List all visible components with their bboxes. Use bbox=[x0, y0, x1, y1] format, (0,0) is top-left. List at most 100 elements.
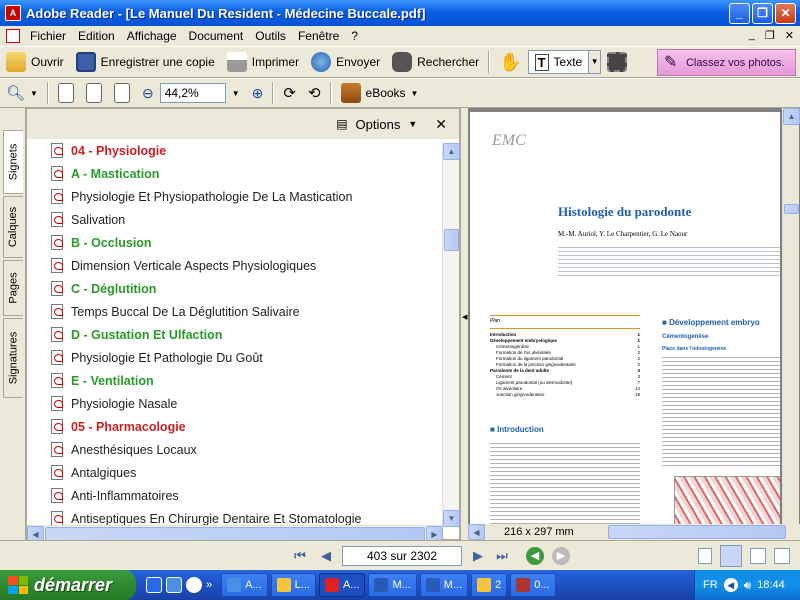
snapshot-tool-button[interactable] bbox=[601, 49, 633, 75]
options-icon[interactable]: ▤ bbox=[336, 117, 347, 131]
quick-launch-more-icon[interactable]: » bbox=[206, 579, 212, 591]
bookmark-item[interactable]: Physiologie Et Pathologie Du Goût bbox=[27, 346, 263, 369]
zoom-tool-button[interactable]: 🔍︎ ▼ bbox=[0, 80, 44, 106]
doc-close-button[interactable]: ✕ bbox=[785, 29, 794, 42]
continuous-facing-icon[interactable] bbox=[774, 547, 790, 564]
bookmark-item[interactable]: A - Mastication bbox=[27, 162, 159, 185]
bookmark-item[interactable]: E - Ventilation bbox=[27, 369, 154, 392]
taskbar-button-label: L... bbox=[294, 579, 310, 591]
go-back-button[interactable]: ◀ bbox=[526, 546, 544, 565]
chevron-down-icon[interactable]: ▼ bbox=[408, 119, 417, 129]
bookmark-item[interactable]: C - Déglutition bbox=[27, 277, 156, 300]
bookmark-item[interactable]: Physiologie Et Physiopathologie De La Ma… bbox=[27, 185, 352, 208]
text-select-tool[interactable]: T Texte bbox=[527, 50, 590, 74]
taskbar-button[interactable]: 0... bbox=[510, 573, 556, 597]
continuous-icon[interactable] bbox=[720, 544, 742, 567]
doc-minimize-button[interactable]: _ bbox=[749, 29, 755, 42]
quick-launch-icon-2[interactable] bbox=[166, 577, 182, 593]
volume-icon[interactable]: 🔊︎ bbox=[744, 578, 752, 593]
taskbar-button[interactable]: A... bbox=[318, 573, 366, 597]
bookmark-item[interactable]: Antalgiques bbox=[27, 461, 136, 484]
start-button[interactable]: démarrer bbox=[0, 570, 136, 600]
close-button[interactable]: ✕ bbox=[775, 3, 796, 24]
ebooks-button[interactable]: eBooks ▼ bbox=[335, 80, 425, 106]
menu-outils[interactable]: Outils bbox=[249, 29, 292, 43]
zoom-level-input[interactable] bbox=[159, 83, 226, 103]
rotate-cw-button[interactable]: ⟳ bbox=[277, 80, 302, 106]
scroll-up-button[interactable]: ▲ bbox=[443, 143, 460, 160]
single-page-icon[interactable] bbox=[698, 547, 712, 564]
scroll-down-button[interactable]: ▼ bbox=[443, 510, 460, 527]
bookmark-item[interactable]: 05 - Pharmacologie bbox=[27, 415, 186, 438]
document-vertical-scrollbar[interactable]: ▲ bbox=[782, 108, 800, 524]
taskbar-button[interactable]: L... bbox=[270, 573, 316, 597]
taskbar-button[interactable]: A... bbox=[221, 573, 268, 597]
bookmark-item[interactable]: D - Gustation Et Ulfaction bbox=[27, 323, 222, 346]
next-page-button[interactable]: ▶ bbox=[468, 546, 488, 566]
previous-page-button[interactable]: ◀ bbox=[316, 546, 336, 566]
doc-scroll-left-button[interactable]: ◀ bbox=[468, 524, 485, 540]
tray-back-icon[interactable]: ◀ bbox=[723, 578, 738, 592]
zoom-out-button[interactable]: ⊖ bbox=[136, 80, 160, 106]
doc-scroll-up-button[interactable]: ▲ bbox=[783, 108, 800, 125]
text-tool-dropdown-arrow[interactable]: ▼ bbox=[589, 50, 602, 74]
print-button[interactable]: Imprimer bbox=[221, 49, 305, 75]
first-page-button[interactable]: ⏮ bbox=[290, 546, 310, 566]
document-menu-icon[interactable] bbox=[6, 29, 20, 43]
doc-h-scroll-thumb[interactable] bbox=[608, 525, 786, 539]
menu-edition[interactable]: Edition bbox=[72, 29, 121, 43]
tab-signets[interactable]: Signets bbox=[3, 130, 23, 194]
go-forward-button[interactable]: ▶ bbox=[552, 546, 570, 565]
last-page-button[interactable]: ⏭ bbox=[492, 546, 512, 566]
tab-pages[interactable]: Pages bbox=[3, 260, 23, 316]
minimize-button[interactable]: _ bbox=[729, 3, 750, 24]
menu-affichage[interactable]: Affichage bbox=[121, 29, 183, 43]
doc-scroll-thumb[interactable] bbox=[784, 204, 799, 214]
maximize-button[interactable]: ❐ bbox=[752, 3, 773, 24]
bookmark-item[interactable]: B - Occlusion bbox=[27, 231, 152, 254]
promo-banner[interactable]: ✎ Classez vos photos. bbox=[657, 49, 796, 76]
page-number-field[interactable]: 403 sur 2302 bbox=[342, 545, 462, 566]
taskbar-button[interactable]: 2 bbox=[471, 573, 508, 597]
bookmark-item[interactable]: Temps Buccal De La Déglutition Salivaire bbox=[27, 300, 300, 323]
bookmark-item[interactable]: Antiseptiques En Chirurgie Dentaire Et S… bbox=[27, 507, 361, 527]
options-menu[interactable]: Options bbox=[356, 117, 401, 132]
panel-splitter[interactable]: ◀ bbox=[460, 108, 468, 540]
rotate-ccw-button[interactable]: ⟲ bbox=[302, 80, 327, 106]
fit-width-button[interactable] bbox=[108, 80, 136, 106]
bookmark-item[interactable]: Dimension Verticale Aspects Physiologiqu… bbox=[27, 254, 316, 277]
bookmark-item[interactable]: 04 - Physiologie bbox=[27, 139, 166, 162]
bookmark-item[interactable]: Anti-Inflammatoires bbox=[27, 484, 179, 507]
open-button[interactable]: Ouvrir bbox=[0, 49, 70, 75]
document-view[interactable]: EMC Histologie du parodonte M.-M. Auriol… bbox=[468, 108, 800, 540]
bookmark-item[interactable]: Salivation bbox=[27, 208, 125, 231]
bookmarks-vertical-scrollbar[interactable]: ▲ ▼ bbox=[442, 143, 460, 527]
search-button[interactable]: Rechercher bbox=[386, 49, 485, 75]
menu-fichier[interactable]: Fichier bbox=[24, 29, 72, 43]
pdf-bookmark-icon bbox=[51, 303, 65, 320]
doc-restore-button[interactable]: ❐ bbox=[765, 29, 775, 42]
fit-page-button[interactable] bbox=[80, 80, 108, 106]
menu-fenetre[interactable]: Fenêtre bbox=[292, 29, 345, 43]
bookmark-item[interactable]: Physiologie Nasale bbox=[27, 392, 177, 415]
menu-document[interactable]: Document bbox=[183, 29, 250, 43]
zoom-tool-dropdown-icon[interactable]: ▼ bbox=[30, 89, 38, 98]
language-indicator[interactable]: FR bbox=[703, 579, 718, 591]
taskbar-button[interactable]: M... bbox=[419, 573, 469, 597]
zoom-in-button[interactable]: ⊕ bbox=[246, 80, 270, 106]
media-player-icon[interactable] bbox=[186, 577, 202, 593]
close-panel-icon[interactable]: ✕ bbox=[435, 116, 447, 133]
tab-signatures[interactable]: Signatures bbox=[3, 318, 23, 398]
tab-calques[interactable]: Calques bbox=[3, 196, 23, 258]
hand-tool-button[interactable]: ✋ bbox=[493, 49, 527, 75]
facing-pages-icon[interactable] bbox=[750, 547, 766, 564]
quick-launch-icon-1[interactable] bbox=[146, 577, 162, 593]
save-copy-button[interactable]: Enregistrer une copie bbox=[70, 49, 221, 75]
send-button[interactable]: Envoyer bbox=[305, 49, 386, 75]
taskbar-button[interactable]: M... bbox=[368, 573, 417, 597]
scroll-thumb[interactable] bbox=[444, 229, 459, 251]
actual-size-button[interactable] bbox=[52, 80, 80, 106]
menu-help[interactable]: ? bbox=[345, 29, 364, 43]
bookmark-item[interactable]: Anesthésiques Locaux bbox=[27, 438, 197, 461]
zoom-dropdown-button[interactable]: ▼ bbox=[226, 80, 246, 106]
